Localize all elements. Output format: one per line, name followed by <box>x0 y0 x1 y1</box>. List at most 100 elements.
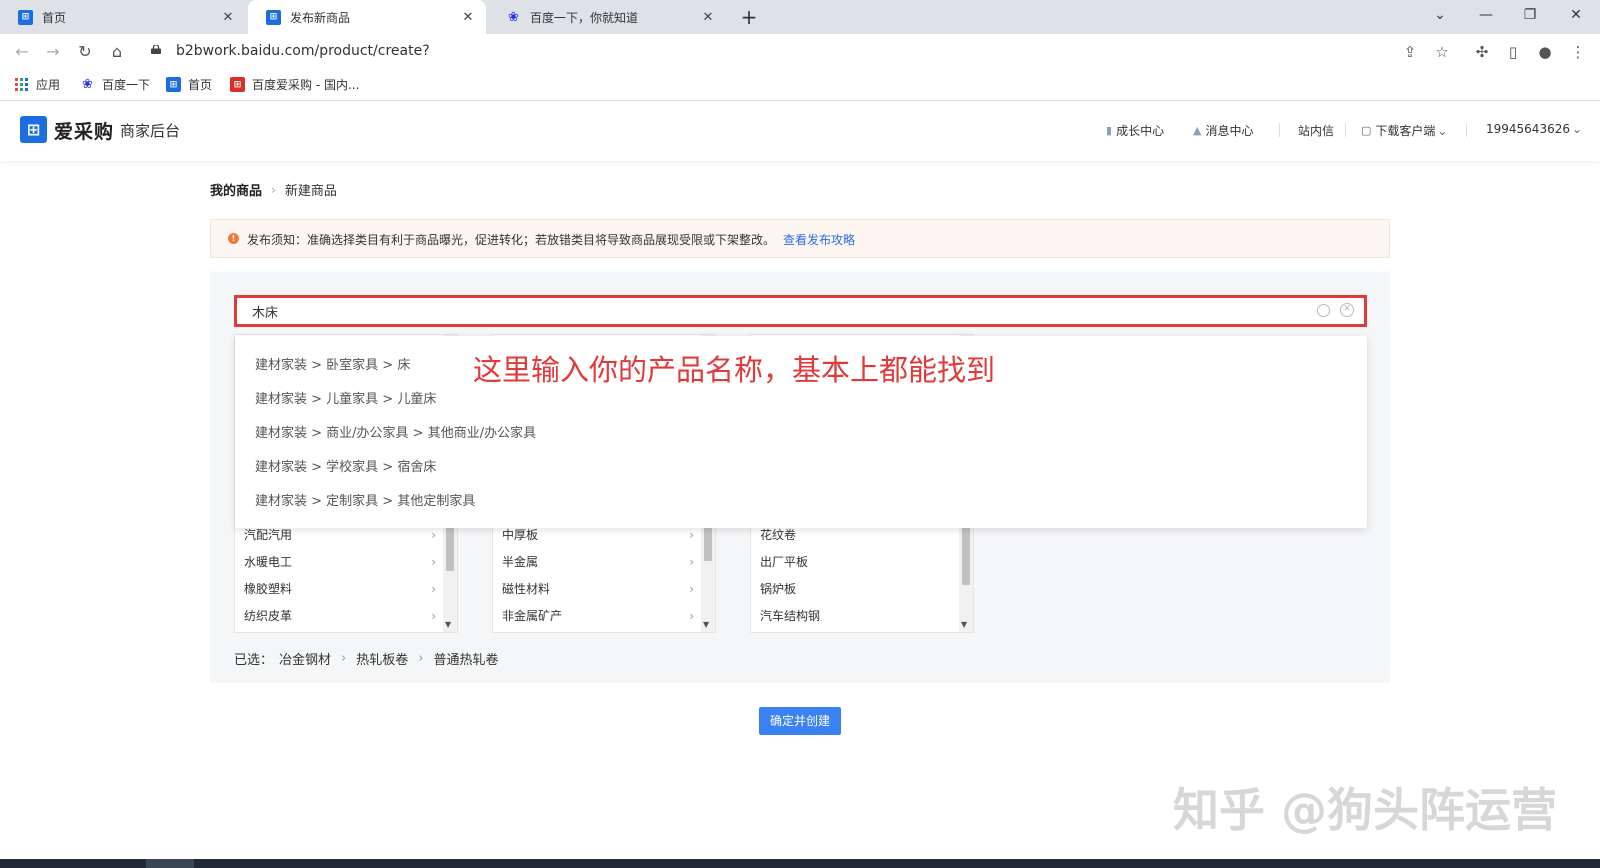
nav-message-center[interactable]: ▲ 消息中心 <box>1193 122 1253 139</box>
new-tab-button[interactable]: + <box>736 4 762 30</box>
divider <box>1466 123 1467 137</box>
monitor-icon: ▢ <box>1361 124 1372 137</box>
search-value: 木床 <box>252 306 279 321</box>
category-search-input[interactable]: 木床 ✕ <box>234 295 1367 327</box>
item-label: 中厚板 <box>502 528 539 542</box>
scroll-down-arrow-icon[interactable]: ▼ <box>445 620 451 629</box>
suggestion-item[interactable]: 建材家装 > 儿童家具 > 儿童床 <box>255 388 436 407</box>
bookmark-apps[interactable]: 应用 <box>15 76 60 93</box>
browser-toolbar: ← → ↻ ⌂ b2bwork.baidu.com/product/create… <box>0 34 1600 70</box>
bookmark-aicaigou[interactable]: ⊞ 百度爱采购 - 国内... <box>230 76 359 93</box>
publish-notice: ! 发布须知：准确选择类目有利于商品曝光，促进转化；若放错类目将导致商品展现受限… <box>210 219 1390 258</box>
tab-title: 首页 <box>42 10 67 25</box>
item-label: 汽车结构钢 <box>760 609 821 623</box>
nav-label: 下载客户端 <box>1375 124 1436 138</box>
tab-create-product[interactable]: ⊞ 发布新商品 ✕ <box>248 0 486 34</box>
search-icon[interactable] <box>1317 304 1330 317</box>
bookmark-label: 百度爱采购 - 国内... <box>252 78 360 92</box>
nav-inbox[interactable]: 站内信 <box>1298 122 1334 139</box>
tab-baidu[interactable]: ❀ 百度一下，你就知道 ✕ <box>488 0 726 34</box>
aicaigou-logo-icon[interactable]: ⊞ <box>20 116 47 143</box>
suggestion-item[interactable]: 建材家装 > 商业/办公家具 > 其他商业/办公家具 <box>255 422 536 441</box>
side-panel-icon[interactable]: ▯ <box>1501 40 1525 64</box>
list-item[interactable]: 锅炉板 <box>751 576 960 603</box>
search-suggestion-dropdown: 建材家装 > 卧室家具 > 床 建材家装 > 儿童家具 > 儿童床 建材家装 >… <box>235 336 1367 528</box>
item-label: 纺织皮革 <box>244 609 293 623</box>
selected-level1: 冶金钢材 <box>279 653 332 668</box>
suggestion-item[interactable]: 建材家装 > 定制家具 > 其他定制家具 <box>255 490 475 509</box>
chevron-right-icon: › <box>689 555 694 569</box>
suggestion-item[interactable]: 建材家装 > 学校家具 > 宿舍床 <box>255 456 436 475</box>
taskbar-item[interactable] <box>146 859 194 868</box>
chevron-right-icon: › <box>431 609 436 623</box>
selected-category-path: 已选： 冶金钢材 › 热轧板卷 › 普通热轧卷 <box>234 649 498 668</box>
os-taskbar <box>0 859 1600 868</box>
nav-label: 消息中心 <box>1205 124 1254 138</box>
restore-button[interactable]: ❐ <box>1508 0 1552 30</box>
tab-search-chevron-icon[interactable]: ⌄ <box>1418 0 1462 30</box>
list-item[interactable]: 磁性材料 › <box>493 576 702 603</box>
bookmark-baidu[interactable]: ❀ 百度一下 <box>80 76 150 93</box>
watermark: 知乎 @狗头阵运营 <box>1173 783 1558 837</box>
publish-guide-link[interactable]: 查看发布攻略 <box>783 233 855 247</box>
nav-label: 站内信 <box>1298 124 1335 138</box>
list-item[interactable]: 水暖电工 › <box>235 549 444 576</box>
scroll-down-arrow-icon[interactable]: ▼ <box>703 620 709 629</box>
item-label: 花纹卷 <box>760 528 797 542</box>
reload-icon[interactable]: ↻ <box>73 40 97 64</box>
site-header: ⊞ 爱采购 商家后台 ▮ 成长中心 ▲ 消息中心 站内信 ▢ 下载客户端 ⌄ 1… <box>0 101 1600 161</box>
list-item[interactable]: 非金属矿产 › <box>493 603 702 630</box>
user-account-menu[interactable]: 19945643626 ⌄ <box>1486 122 1582 136</box>
breadcrumb-my-products[interactable]: 我的商品 <box>210 180 262 199</box>
selected-level2: 热轧板卷 <box>356 653 409 668</box>
url-text: b2bwork.baidu.com/product/create? <box>176 43 430 59</box>
logo-text[interactable]: 爱采购 <box>54 117 114 144</box>
list-item[interactable]: 橡胶塑料 › <box>235 576 444 603</box>
scroll-down-arrow-icon[interactable]: ▼ <box>961 620 967 629</box>
forward-arrow-icon[interactable]: → <box>41 40 65 64</box>
warning-icon: ! <box>228 233 239 244</box>
home-icon[interactable]: ⌂ <box>105 40 129 64</box>
share-icon[interactable]: ⇪ <box>1398 40 1422 64</box>
item-label: 出厂平板 <box>760 555 809 569</box>
item-label: 锅炉板 <box>760 582 797 596</box>
list-item[interactable]: 出厂平板 <box>751 549 960 576</box>
selected-level3: 普通热轧卷 <box>433 653 499 668</box>
tab-home[interactable]: ⊞ 首页 ✕ <box>0 0 246 34</box>
clear-icon[interactable]: ✕ <box>1340 303 1354 317</box>
apps-grid-icon <box>15 78 28 91</box>
extensions-puzzle-icon[interactable]: ✣ <box>1470 40 1494 64</box>
baidu-paw-icon: ❀ <box>508 9 519 25</box>
logo-subtitle: 商家后台 <box>120 122 181 140</box>
more-menu-icon[interactable]: ⋮ <box>1566 40 1590 64</box>
browser-tab-strip: ⊞ 首页 ✕ ⊞ 发布新商品 ✕ ❀ 百度一下，你就知道 ✕ + ⌄ — ❐ ✕ <box>0 0 1600 34</box>
suggestion-item[interactable]: 建材家装 > 卧室家具 > 床 <box>255 354 410 373</box>
close-icon[interactable]: ✕ <box>220 10 236 25</box>
star-icon[interactable]: ☆ <box>1430 40 1454 64</box>
minimize-button[interactable]: — <box>1464 0 1508 30</box>
bookmark-label: 首页 <box>188 78 213 92</box>
selected-label: 已选： <box>234 653 274 668</box>
profile-avatar-icon[interactable]: ● <box>1533 40 1557 64</box>
bookmark-home[interactable]: ⊞ 首页 <box>166 76 212 93</box>
window-close-button[interactable]: ✕ <box>1554 0 1598 30</box>
list-item[interactable]: 半金属 › <box>493 549 702 576</box>
breadcrumb: 我的商品 › 新建商品 <box>210 180 337 200</box>
list-item[interactable]: 纺织皮革 › <box>235 603 444 630</box>
close-icon[interactable]: ✕ <box>700 10 716 25</box>
bookmark-label: 应用 <box>36 78 61 92</box>
close-icon[interactable]: ✕ <box>460 10 476 25</box>
back-arrow-icon[interactable]: ← <box>10 40 34 64</box>
chevron-right-icon: › <box>341 651 347 666</box>
chevron-right-icon: › <box>689 582 694 596</box>
nav-label: 成长中心 <box>1116 124 1165 138</box>
list-item[interactable]: 汽车结构钢 <box>751 603 960 630</box>
scrollbar-thumb[interactable] <box>962 525 970 585</box>
bookmarks-bar: 应用 ❀ 百度一下 ⊞ 首页 ⊞ 百度爱采购 - 国内... <box>0 70 1600 101</box>
lock-icon <box>151 45 161 54</box>
address-bar[interactable]: b2bwork.baidu.com/product/create? <box>138 38 1384 66</box>
item-label: 橡胶塑料 <box>244 582 293 596</box>
nav-growth-center[interactable]: ▮ 成长中心 <box>1106 122 1164 139</box>
nav-download-client[interactable]: ▢ 下载客户端 ⌄ <box>1361 122 1447 139</box>
confirm-create-button[interactable]: 确定并创建 <box>759 707 841 735</box>
